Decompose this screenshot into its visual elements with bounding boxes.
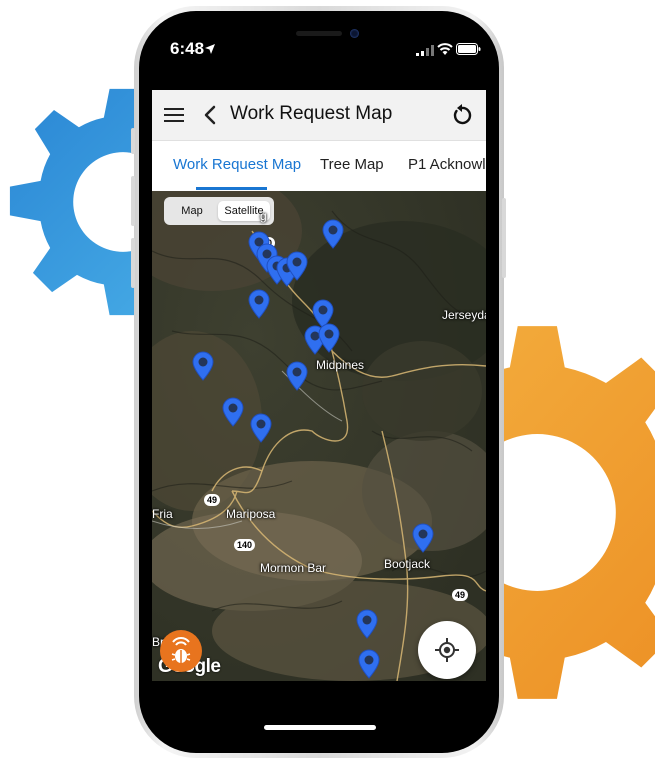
battery-icon [456, 43, 481, 55]
menu-icon[interactable] [164, 107, 184, 123]
refresh-icon[interactable] [452, 104, 472, 126]
satellite-map[interactable]: Map Satellite g Midpines Jerseyda Maripo… [152, 191, 486, 681]
page-title: Work Request Map [230, 103, 393, 124]
map-pin-icon[interactable] [318, 323, 340, 353]
phone-volume-down [131, 238, 135, 288]
phone-volume-up [131, 176, 135, 226]
wifi-icon [437, 43, 453, 55]
home-indicator [264, 725, 376, 730]
map-pin-icon[interactable] [248, 289, 270, 319]
route-shield-49-west: 49 [204, 494, 221, 506]
map-pin-icon[interactable] [286, 361, 308, 391]
my-location-icon [435, 638, 459, 662]
map-label-bootjack: Bootjack [384, 557, 431, 571]
map-pin-icon[interactable] [250, 413, 272, 443]
bug-report-button[interactable] [160, 630, 202, 672]
phone-side-button [131, 128, 135, 154]
map-label-mariposa: Mariposa [226, 507, 276, 521]
map-pin-icon[interactable] [286, 251, 308, 281]
map-pin-icon[interactable] [322, 219, 344, 249]
phone-screen: 6:48 Work Request Map Work Request Map T… [152, 24, 486, 740]
front-camera [350, 29, 359, 38]
map-pin-icon[interactable] [356, 609, 378, 639]
tab-work-request-map[interactable]: Work Request Map [173, 156, 301, 173]
app-bar: Work Request Map [152, 90, 486, 141]
map-type-map-button[interactable]: Map [168, 201, 216, 221]
map-type-toggle: Map Satellite [164, 197, 274, 225]
map-label-mormon-bar: Mormon Bar [260, 561, 327, 575]
location-arrow-icon [205, 44, 215, 54]
phone-power-button [502, 198, 506, 278]
satellite-terrain [152, 191, 486, 681]
status-time: 6:48 [170, 39, 205, 58]
tab-tree-map[interactable]: Tree Map [320, 156, 384, 173]
tab-p1-acknowledgement[interactable]: P1 Acknowle [408, 156, 486, 173]
map-pin-icon[interactable] [412, 523, 434, 553]
map-pin-icon[interactable] [358, 649, 380, 679]
map-label-jerseydale: Jerseyda [442, 308, 486, 322]
signal-icon [416, 45, 434, 56]
map-label-fria: Fria [152, 507, 173, 521]
route-shield-140-south: 140 [234, 539, 256, 551]
notch [252, 24, 386, 56]
map-label-partial: g [260, 209, 267, 223]
tab-bar: Work Request Map Tree Map P1 Acknowle [152, 141, 486, 191]
earpiece-speaker [296, 31, 342, 36]
map-label-midpines: Midpines [316, 358, 365, 372]
my-location-button[interactable] [418, 621, 476, 679]
map-pin-icon[interactable] [222, 397, 244, 427]
back-chevron-icon[interactable] [204, 105, 216, 125]
bug-icon [171, 637, 191, 663]
route-shield-49-east: 49 [452, 589, 469, 601]
map-pin-icon[interactable] [192, 351, 214, 381]
active-tab-indicator [196, 187, 267, 190]
